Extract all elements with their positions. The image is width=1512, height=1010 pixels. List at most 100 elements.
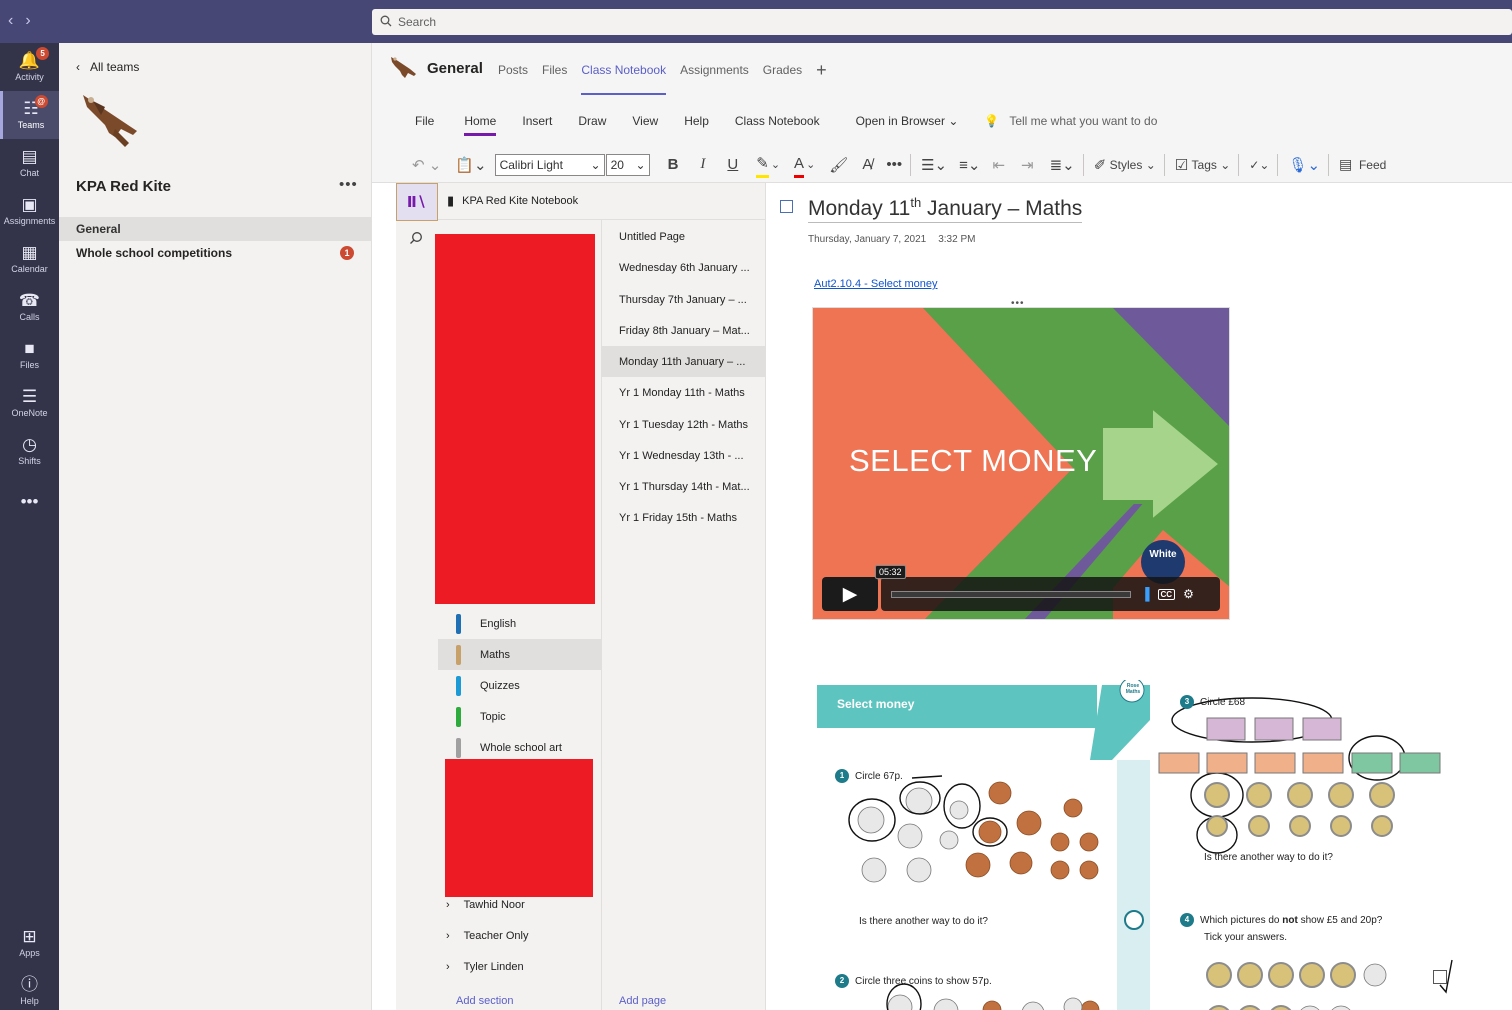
font-size-select[interactable]: 20 ⌄ bbox=[605, 153, 650, 176]
dictate-icon[interactable]: 🎙⌄ bbox=[1288, 152, 1320, 178]
tag-checkbox-icon: ☑ bbox=[1174, 156, 1189, 174]
section-label: Whole school art bbox=[480, 741, 562, 754]
clipboard-icon[interactable]: 📋⌄ bbox=[455, 152, 486, 178]
bold-icon[interactable]: B bbox=[668, 152, 679, 178]
rail-shifts[interactable]: ◷ Shifts bbox=[0, 427, 59, 475]
captions-icon[interactable]: CC bbox=[1157, 588, 1176, 600]
styles-button[interactable]: ✐ Styles ⌄ bbox=[1094, 152, 1156, 178]
highlight-icon[interactable]: ✎ bbox=[756, 152, 769, 178]
toolbar-divider bbox=[1277, 153, 1279, 176]
bullets-icon[interactable]: ☰⌄ bbox=[921, 152, 947, 178]
rail-apps[interactable]: ⊞ Apps bbox=[0, 919, 59, 967]
spelling-icon[interactable]: ✓⌄ bbox=[1249, 152, 1269, 178]
rail-assignments[interactable]: ▣ Assignments bbox=[0, 187, 59, 235]
section-quizzes[interactable]: Quizzes bbox=[438, 670, 602, 701]
video-player[interactable]: SELECT MONEY White ▶ 05:32 ▐ CC ⚙ bbox=[812, 307, 1230, 620]
page-title[interactable]: Monday 11th January – Maths bbox=[808, 195, 1083, 223]
rail-calendar[interactable]: ▦ Calendar bbox=[0, 235, 59, 283]
toolbar-divider bbox=[1238, 153, 1240, 176]
add-tab-icon[interactable]: + bbox=[816, 43, 827, 95]
add-section-link[interactable]: Add section bbox=[456, 995, 513, 1007]
align-icon[interactable]: ≣⌄ bbox=[1050, 152, 1075, 178]
page-item[interactable]: Yr 1 Wednesday 13th - ... bbox=[602, 440, 766, 471]
notebooks-icon[interactable]: Ⅱ∖ bbox=[396, 183, 438, 221]
rail-files[interactable]: ■ Files bbox=[0, 331, 59, 379]
rail-teams[interactable]: ☷ @ Teams bbox=[0, 91, 59, 139]
settings-gear-icon[interactable]: ⚙ bbox=[1183, 587, 1194, 601]
search-icon[interactable] bbox=[409, 231, 423, 249]
page-item[interactable]: Wednesday 6th January ... bbox=[602, 252, 766, 283]
notebook-title-bar[interactable]: ▮ KPA Red Kite Notebook bbox=[438, 183, 765, 220]
page-checkbox[interactable] bbox=[780, 200, 793, 213]
section-group-tawhid-noor[interactable]: › Tawhid Noor bbox=[438, 889, 602, 920]
undo-icon[interactable]: ↶ ⌄ bbox=[412, 152, 441, 178]
feed-button[interactable]: ▤ Feed bbox=[1339, 152, 1386, 178]
rail-help[interactable]: ⓘ Help bbox=[0, 967, 59, 1010]
play-icon[interactable]: ▶ bbox=[822, 577, 878, 611]
styles-label: Styles bbox=[1109, 157, 1143, 172]
forward-arrow-icon[interactable]: › bbox=[25, 12, 30, 30]
italic-icon[interactable]: I bbox=[700, 152, 705, 178]
tab-posts[interactable]: Posts bbox=[498, 43, 528, 95]
increase-indent-icon[interactable]: ⇥ bbox=[1021, 152, 1034, 178]
page-item[interactable]: Thursday 7th January – ... bbox=[602, 284, 766, 315]
rail-chat[interactable]: ▤ Chat bbox=[0, 139, 59, 187]
ribbon-tab-help[interactable]: Help bbox=[684, 108, 709, 134]
page-item[interactable]: Yr 1 Friday 15th - Maths bbox=[602, 502, 766, 533]
team-more-icon[interactable]: ••• bbox=[339, 176, 358, 193]
tell-me-search[interactable]: 💡 Tell me what you want to do bbox=[984, 114, 1157, 128]
video-link[interactable]: Aut2.10.4 - Select money bbox=[814, 278, 938, 290]
clear-formatting-icon[interactable]: A̸ bbox=[862, 152, 872, 178]
tab-class-notebook[interactable]: Class Notebook bbox=[581, 43, 666, 95]
tags-label: Tags bbox=[1191, 157, 1217, 172]
rail-label: Apps bbox=[19, 948, 40, 958]
search-input[interactable]: Search bbox=[372, 9, 1512, 35]
page-item-selected[interactable]: Monday 11th January – ... bbox=[602, 346, 766, 377]
volume-icon[interactable]: ▐ bbox=[1141, 587, 1150, 601]
font-color-icon[interactable]: A bbox=[794, 152, 805, 178]
ribbon-tab-view[interactable]: View bbox=[632, 108, 658, 134]
tab-grades[interactable]: Grades bbox=[763, 43, 802, 95]
ribbon-tab-file[interactable]: File bbox=[415, 108, 434, 134]
tab-files[interactable]: Files bbox=[542, 43, 567, 95]
numbering-icon[interactable]: ≡⌄ bbox=[959, 152, 980, 178]
rail-onenote[interactable]: ☰ OneNote bbox=[0, 379, 59, 427]
rail-calls[interactable]: ☎ Calls bbox=[0, 283, 59, 331]
back-arrow-icon[interactable]: ‹ bbox=[8, 12, 13, 30]
channel-whole-school-competitions[interactable]: Whole school competitions 1 bbox=[59, 241, 372, 265]
question-text-bold: not bbox=[1282, 914, 1298, 926]
page-item[interactable]: Yr 1 Monday 11th - Maths bbox=[602, 377, 766, 408]
chevron-down-icon[interactable]: ⌄ bbox=[806, 152, 815, 178]
section-english[interactable]: English bbox=[438, 608, 602, 639]
section-color-tab bbox=[456, 706, 461, 727]
page-item[interactable]: Friday 8th January – Mat... bbox=[602, 315, 766, 346]
all-teams-link[interactable]: ‹ All teams bbox=[76, 60, 139, 74]
video-track[interactable] bbox=[891, 590, 1131, 598]
section-topic[interactable]: Topic bbox=[438, 701, 602, 732]
section-group-teacher-only[interactable]: › Teacher Only bbox=[438, 920, 602, 951]
page-item[interactable]: Yr 1 Tuesday 12th - Maths bbox=[602, 409, 766, 440]
ribbon-tab-class-notebook[interactable]: Class Notebook bbox=[735, 108, 820, 134]
section-maths[interactable]: Maths bbox=[438, 639, 602, 670]
decrease-indent-icon[interactable]: ⇤ bbox=[992, 152, 1005, 178]
format-painter-icon[interactable]: 🖌 bbox=[829, 152, 848, 178]
ribbon-tab-insert[interactable]: Insert bbox=[522, 108, 552, 134]
chevron-down-icon[interactable]: ⌄ bbox=[771, 152, 780, 178]
tab-assignments[interactable]: Assignments bbox=[680, 43, 749, 95]
tags-button[interactable]: ☑ Tags ⌄ bbox=[1175, 152, 1231, 178]
page-item[interactable]: Yr 1 Thursday 14th - Mat... bbox=[602, 471, 766, 502]
more-icon[interactable]: ••• bbox=[886, 152, 902, 178]
video-progress-bar[interactable]: 05:32 ▐ CC ⚙ bbox=[875, 565, 1220, 611]
page-canvas[interactable]: Monday 11th January – Maths Thursday, Ja… bbox=[766, 183, 1512, 1010]
open-in-browser-button[interactable]: Open in Browser ⌄ bbox=[856, 108, 959, 134]
underline-icon[interactable]: U bbox=[727, 152, 738, 178]
ribbon-tab-draw[interactable]: Draw bbox=[578, 108, 606, 134]
rail-more[interactable]: ••• bbox=[0, 479, 59, 527]
font-name-select[interactable]: Calibri Light ⌄ bbox=[494, 153, 605, 176]
rail-activity[interactable]: 🔔 5 Activity bbox=[0, 43, 59, 91]
section-group-tyler-linden[interactable]: › Tyler Linden bbox=[438, 951, 602, 982]
channel-general[interactable]: General bbox=[59, 217, 372, 241]
ribbon-tab-home[interactable]: Home bbox=[464, 108, 497, 136]
page-item[interactable]: Untitled Page bbox=[602, 221, 766, 252]
add-page-link[interactable]: Add page bbox=[619, 995, 666, 1007]
